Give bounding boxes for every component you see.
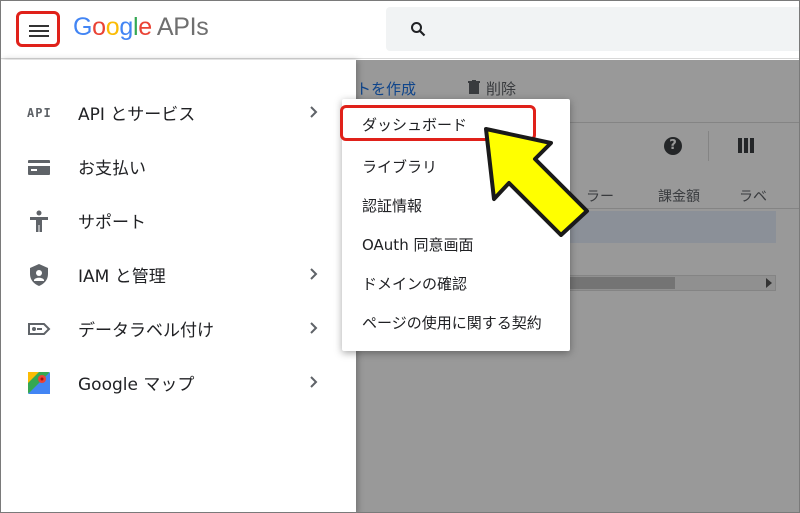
side-navigation: API API とサービス お支払い サポート IAM と管理 データラベル付け… (1, 60, 356, 512)
nav-item-label: お支払い (78, 159, 146, 179)
iam-shield-icon (30, 264, 48, 286)
menu-line (29, 30, 49, 32)
api-icon: API (27, 101, 51, 125)
logo-letter: e (138, 13, 152, 41)
nav-item-label: サポート (78, 213, 146, 233)
logo-letter: g (119, 13, 133, 41)
callout-arrow-icon (484, 127, 589, 237)
chevron-right-icon (310, 376, 318, 388)
nav-item-support[interactable]: サポート (1, 194, 356, 248)
nav-item-billing[interactable]: お支払い (1, 140, 356, 194)
api-icon-text: API (27, 106, 52, 120)
search-bar[interactable] (386, 7, 799, 51)
menu-line (29, 35, 49, 37)
nav-item-data-labeling[interactable]: データラベル付け (1, 302, 356, 356)
menu-line (29, 25, 49, 27)
submenu-item-page-usage-agreements[interactable]: ページの使用に関する契約 (342, 303, 570, 342)
billing-card-icon (28, 160, 50, 175)
nav-item-label: データラベル付け (78, 321, 214, 341)
hamburger-menu-button[interactable] (16, 11, 60, 47)
google-apis-logo[interactable]: Google APIs (73, 13, 209, 42)
nav-item-iam-admin[interactable]: IAM と管理 (1, 248, 356, 302)
submenu-item-label: ライブラリ (362, 158, 438, 176)
submenu-item-label: ドメインの確認 (362, 275, 468, 293)
submenu-item-label: OAuth 同意画面 (362, 236, 474, 254)
logo-suffix: APIs (156, 13, 209, 41)
google-maps-icon (28, 372, 50, 394)
data-label-icon (28, 323, 51, 335)
chevron-right-icon (310, 322, 318, 334)
search-icon (411, 22, 426, 37)
submenu-item-label: 認証情報 (362, 197, 423, 215)
chevron-right-icon (310, 106, 318, 118)
nav-item-label: API とサービス (78, 105, 196, 125)
chevron-right-icon (310, 268, 318, 280)
screenshot-frame: トを作成 削除 ? ラー 課金額 ラベ Google APIs API API … (0, 0, 800, 513)
nav-item-google-maps[interactable]: Google マップ (1, 356, 356, 410)
support-person-icon (30, 210, 48, 232)
logo-letter: G (73, 13, 93, 41)
nav-item-label: IAM と管理 (78, 267, 166, 287)
logo-letter: o (105, 13, 120, 41)
nav-item-api-services[interactable]: API API とサービス (1, 86, 356, 140)
app-header: Google APIs (1, 1, 799, 59)
submenu-item-label: ページの使用に関する契約 (362, 314, 542, 332)
submenu-item-domain-verification[interactable]: ドメインの確認 (342, 264, 570, 303)
nav-item-label: Google マップ (78, 375, 195, 395)
logo-letter: o (92, 13, 106, 41)
